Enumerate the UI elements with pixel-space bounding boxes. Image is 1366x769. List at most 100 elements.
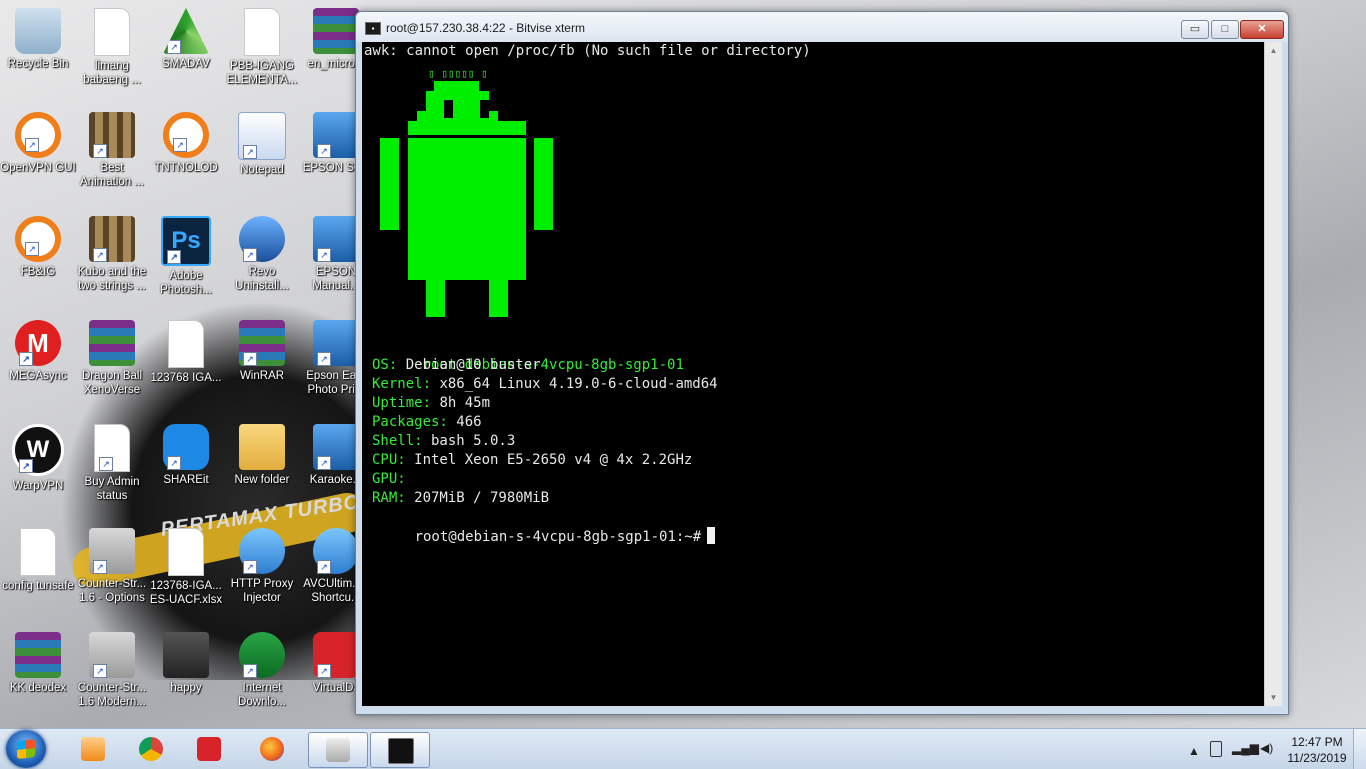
scroll-down-arrow-icon[interactable]: ▼ xyxy=(1265,689,1282,706)
desktop-icon-label: Recycle Bin xyxy=(7,58,69,70)
shortcut-arrow-icon: ↗ xyxy=(243,248,257,262)
smadav-icon: ↗ xyxy=(163,8,209,54)
taskbar-firefox[interactable] xyxy=(243,732,301,766)
network-signal-icon[interactable]: ▂▄▆ xyxy=(1232,741,1259,755)
epson-manual-icon: ↗ xyxy=(313,216,359,262)
desktop-icon[interactable]: ↗ Revo Uninstall... xyxy=(224,216,300,293)
desktop-icon[interactable]: W ↗ WarpVPN xyxy=(0,424,76,493)
taskbar-chrome[interactable] xyxy=(122,732,180,766)
shortcut-arrow-icon: ↗ xyxy=(243,352,257,366)
clock-time[interactable]: 12:47 PM xyxy=(1282,735,1352,749)
start-button[interactable] xyxy=(6,730,46,768)
window-titlebar[interactable]: ▪ root@157.230.38.4:22 - Bitvise xterm ▭… xyxy=(356,12,1288,42)
info-value: bash 5.0.3 xyxy=(422,433,516,449)
taskbar-media-player[interactable] xyxy=(64,732,122,766)
desktop-icon-label: limang babaeng ... xyxy=(83,60,141,86)
shortcut-arrow-icon: ↗ xyxy=(317,144,331,158)
winrar-icon: ↗ xyxy=(239,320,285,366)
shortcut-arrow-icon: ↗ xyxy=(25,242,39,256)
winrar-icon xyxy=(89,320,135,366)
desktop-icon[interactable]: ↗ Notepad xyxy=(224,112,300,177)
shortcut-arrow-icon: ↗ xyxy=(93,144,107,158)
volume-icon[interactable]: ◀) xyxy=(1260,741,1273,755)
shortcut-arrow-icon: ↗ xyxy=(243,664,257,678)
folder-icon xyxy=(239,424,285,470)
taskbar-satellite-app[interactable] xyxy=(308,732,368,768)
desktop-icon[interactable]: New folder xyxy=(224,424,300,487)
desktop-icon[interactable]: Dragon Ball XenoVerse xyxy=(74,320,150,397)
window-title: root@157.230.38.4:22 - Bitvise xterm xyxy=(386,21,585,35)
shortcut-arrow-icon: ↗ xyxy=(19,459,33,473)
desktop-icon[interactable]: ↗ SMADAV xyxy=(148,8,224,71)
desktop-icon[interactable]: 123768 IGA... xyxy=(148,320,224,385)
mega-icon: M ↗ xyxy=(15,320,61,366)
desktop-icon[interactable]: Recycle Bin xyxy=(0,8,76,71)
tray-expand-icon[interactable]: ▲ xyxy=(1188,744,1200,758)
terminal-output[interactable]: awk: cannot open /proc/fb (No such file … xyxy=(362,42,1265,706)
close-button[interactable]: ✕ xyxy=(1240,20,1284,39)
desktop-icon[interactable]: KK deodex xyxy=(0,632,76,695)
desktop-icon[interactable]: ↗ TNTNOLOD xyxy=(148,112,224,175)
shortcut-arrow-icon: ↗ xyxy=(317,560,331,574)
info-value: x86_64 Linux 4.19.0-6-cloud-amd64 xyxy=(431,376,718,392)
info-line: Packages: 466 xyxy=(372,413,482,432)
desktop-icon[interactable]: config tunsafe xyxy=(0,528,76,593)
desktop-icon-label: Notepad xyxy=(240,164,284,176)
taskbar-virtualdj[interactable] xyxy=(180,732,238,766)
info-value: 8h 45m xyxy=(431,395,491,411)
info-value: Intel Xeon E5-2650 v4 @ 4x 2.2GHz xyxy=(405,452,693,468)
terminal-scrollbar[interactable]: ▲ ▼ xyxy=(1264,42,1282,706)
desktop-icon-label: SHAREit xyxy=(163,474,209,486)
revo-icon: ↗ xyxy=(239,216,285,262)
show-desktop-button[interactable] xyxy=(1353,729,1366,769)
desktop-icon[interactable]: ↗ Buy Admin status xyxy=(74,424,150,503)
desktop-icon-label: HTTP Proxy Injector xyxy=(230,578,294,604)
info-value: Debian 10 buster xyxy=(397,357,541,373)
prompt-line[interactable]: root@debian-s-4vcpu-8gb-sgp1-01:~# xyxy=(364,508,716,566)
usb-device-icon[interactable] xyxy=(1210,741,1222,757)
info-line: GPU: xyxy=(372,470,406,489)
desktop-icon[interactable]: happy xyxy=(148,632,224,695)
desktop-icon[interactable]: ↗ OpenVPN GUI xyxy=(0,112,76,175)
desktop-icon-label: FB&IG xyxy=(20,266,56,278)
scanner-icon: ↗ xyxy=(313,112,359,158)
desktop-icon-label: Internet Downlo... xyxy=(238,682,286,708)
info-line: Kernel: x86_64 Linux 4.19.0-6-cloud-amd6… xyxy=(372,375,718,394)
desktop-icon[interactable]: PBB-IGANG ELEMENTA... xyxy=(224,8,300,87)
clock-date[interactable]: 11/23/2019 xyxy=(1282,751,1352,765)
info-key: CPU: xyxy=(372,452,406,468)
desktop-icon[interactable]: ↗ Internet Downlo... xyxy=(224,632,300,709)
maximize-button[interactable]: □ xyxy=(1211,20,1239,39)
desktop-icon[interactable]: ↗ Counter-Str... 1.6 Modern... xyxy=(74,632,150,709)
desktop-icon[interactable]: ↗ HTTP Proxy Injector xyxy=(224,528,300,605)
desktop-icon-label: happy xyxy=(170,682,202,694)
notepad-icon: ↗ xyxy=(238,112,286,160)
desktop-icon[interactable]: Ps ↗ Adobe Photosh... xyxy=(148,216,224,297)
firefox-icon xyxy=(260,737,284,761)
desktop-icon[interactable]: M ↗ MEGAsync xyxy=(0,320,76,383)
desktop-icon-label: 123768-IGA... ES-UACF.xlsx xyxy=(149,580,223,606)
desktop-icon-label: Counter-Str... 1.6 - Options xyxy=(77,578,147,604)
desktop-icon-label: 123768 IGA... xyxy=(150,372,222,384)
scroll-up-arrow-icon[interactable]: ▲ xyxy=(1265,42,1282,59)
photo-icon: ↗ xyxy=(313,320,359,366)
taskbar-bitvise-xterm[interactable] xyxy=(370,732,430,768)
desktop-icon[interactable]: ↗ WinRAR xyxy=(224,320,300,383)
desktop-icon[interactable]: 123768-IGA... ES-UACF.xlsx xyxy=(148,528,224,607)
desktop-icon[interactable]: ↗ Kubo and the two strings ... xyxy=(74,216,150,293)
desktop-icon[interactable]: ↗ Best Animation ... xyxy=(74,112,150,189)
counter-strike-icon: ↗ xyxy=(89,632,135,678)
shortcut-arrow-icon: ↗ xyxy=(317,664,331,678)
shortcut-arrow-icon: ↗ xyxy=(93,248,107,262)
info-line: OS: Debian 10 buster xyxy=(372,356,541,375)
media-player-icon xyxy=(81,737,105,761)
desktop-icon[interactable]: ↗ FB&IG xyxy=(0,216,76,279)
desktop-icon[interactable]: limang babaeng ... xyxy=(74,8,150,87)
desktop-icon[interactable]: ↗ Counter-Str... 1.6 - Options xyxy=(74,528,150,605)
document-icon: ↗ xyxy=(94,424,130,472)
desktop-icon[interactable]: ↗ SHAREit xyxy=(148,424,224,487)
info-line: Uptime: 8h 45m xyxy=(372,394,490,413)
bitvise-xterm-window[interactable]: ▪ root@157.230.38.4:22 - Bitvise xterm ▭… xyxy=(355,11,1289,715)
info-key: Shell: xyxy=(372,433,423,449)
minimize-button[interactable]: ▭ xyxy=(1181,20,1209,39)
